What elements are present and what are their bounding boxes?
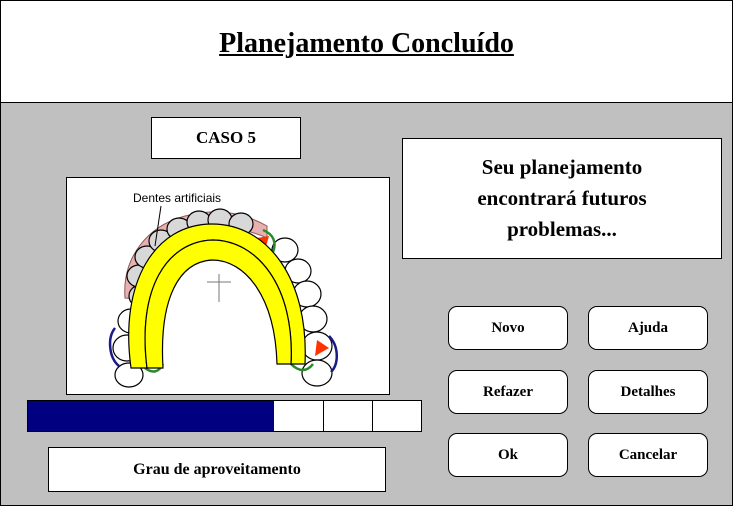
cancel-button[interactable]: Cancelar [588,433,708,477]
redo-button[interactable]: Refazer [448,370,568,414]
palatal-lines [207,274,231,302]
progress-bar [27,400,422,432]
progress-segment-filled [225,401,275,431]
progress-segment-filled [175,401,225,431]
progress-label: Grau de aproveitamento [48,447,386,492]
app-window: Planejamento Concluído CASO 5 Seu planej… [0,0,733,506]
message-line-1: Seu planejamento [481,155,643,179]
dental-arch-illustration: Dentes artificiais [66,177,390,395]
message-line-2: encontrará futuros [477,186,647,210]
result-message: Seu planejamento encontrará futuros prob… [402,138,722,259]
progress-segment-filled [28,401,78,431]
details-button[interactable]: Detalhes [588,370,708,414]
progress-segment-empty [274,401,324,431]
progress-segment-empty [372,401,421,431]
page-title: Planejamento Concluído [219,28,514,59]
message-line-3: problemas... [507,217,617,241]
header: Planejamento Concluído [1,1,732,103]
progress-segment-filled [126,401,176,431]
ok-button[interactable]: Ok [448,433,568,477]
dental-arch-drawing: Dentes artificiais [108,191,338,388]
help-button[interactable]: Ajuda [588,306,708,350]
annotation-label: Dentes artificiais [133,191,221,205]
progress-segment-empty [323,401,373,431]
new-button[interactable]: Novo [448,306,568,350]
case-label: CASO 5 [151,117,301,159]
progress-segment-filled [77,401,127,431]
